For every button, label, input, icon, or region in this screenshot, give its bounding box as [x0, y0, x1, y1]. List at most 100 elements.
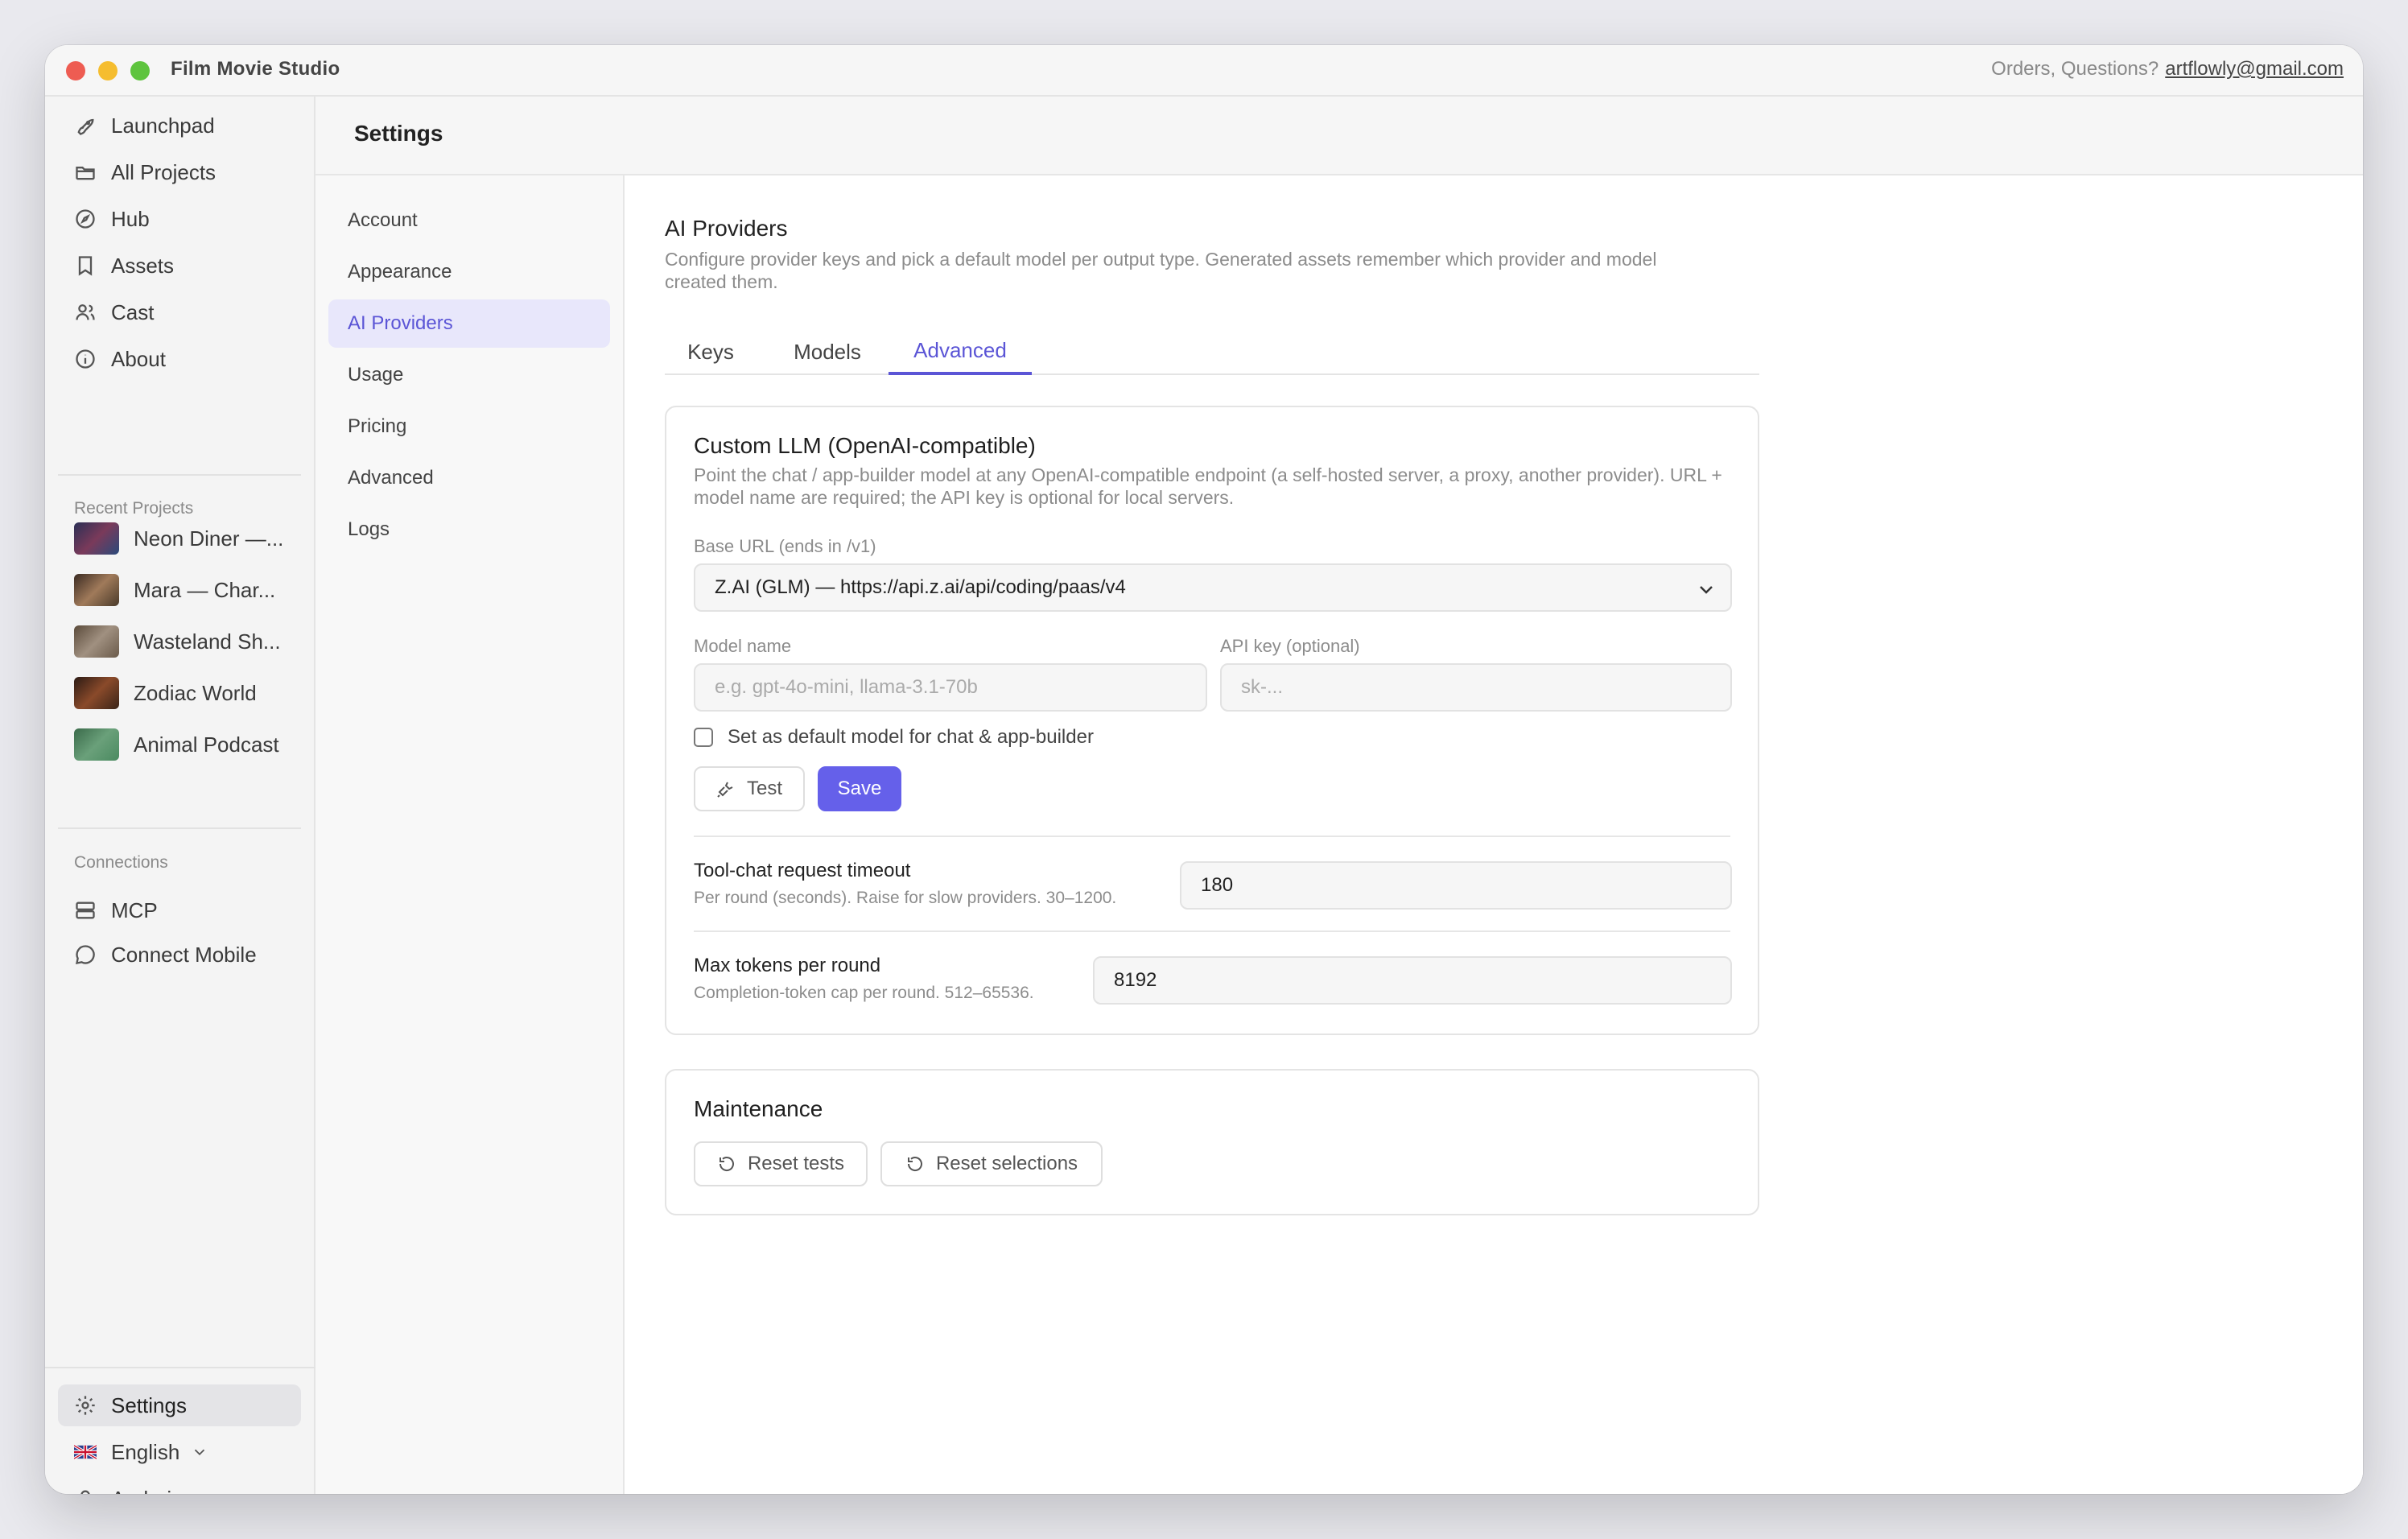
settings-nav-logs[interactable]: Logs	[328, 505, 610, 554]
sidebar-item-settings[interactable]: Settings	[58, 1384, 301, 1426]
gear-icon	[76, 1396, 95, 1415]
reset-tests-button[interactable]: Reset tests	[694, 1141, 868, 1186]
project-thumbnail	[74, 728, 119, 761]
bookmark-icon	[78, 256, 93, 276]
users-icon	[76, 304, 95, 320]
timeout-title: Tool-chat request timeout	[694, 860, 911, 881]
sidebar-item-label: MCP	[111, 897, 158, 922]
base-url-select[interactable]: Z.AI (GLM) — https://api.z.ai/api/coding…	[694, 563, 1732, 612]
main-header: Settings	[315, 97, 2363, 175]
sidebar-divider	[45, 1367, 315, 1368]
reset-icon	[719, 1157, 734, 1171]
app-title: Film Movie Studio	[171, 58, 340, 80]
settings-nav-pricing[interactable]: Pricing	[328, 402, 610, 451]
recent-project-label: Animal Podcast	[134, 732, 279, 757]
sidebar-item-label: Hub	[111, 206, 150, 231]
sidebar-item-all-projects[interactable]: All Projects	[58, 151, 301, 193]
info-icon	[76, 349, 95, 369]
save-button[interactable]: Save	[818, 766, 901, 811]
project-thumbnail	[74, 522, 119, 555]
sidebar-item-label: All Projects	[111, 159, 216, 184]
model-name-label: Model name	[694, 636, 792, 656]
language-selector[interactable]: English	[58, 1431, 301, 1473]
settings-content: AI Providers Configure provider keys and…	[626, 175, 2363, 1494]
test-button-label: Test	[746, 778, 782, 799]
card-description: Point the chat / app-builder model at an…	[694, 464, 1722, 508]
recent-project-item[interactable]: Animal Podcast	[74, 727, 279, 762]
main-panel: Settings Account Appearance AI Providers…	[315, 97, 2363, 1494]
sidebar-divider	[58, 474, 301, 476]
project-thumbnail	[74, 625, 119, 658]
api-key-label: API key (optional)	[1220, 636, 1360, 656]
sidebar-item-cast[interactable]: Cast	[58, 291, 301, 333]
recent-project-label: Wasteland Sh...	[134, 629, 281, 654]
recent-project-item[interactable]: Mara — Char...	[74, 572, 275, 608]
max-tokens-subtitle: Completion-token cap per round. 512–6553…	[694, 984, 1034, 1002]
api-key-input[interactable]: sk-...	[1220, 663, 1732, 712]
page-title: Settings	[354, 121, 443, 146]
tab-models[interactable]: Models	[768, 328, 887, 375]
sidebar-divider	[58, 827, 301, 829]
close-window-button[interactable]	[66, 61, 85, 80]
default-model-checkbox-label: Set as default model for chat & app-buil…	[728, 726, 1094, 748]
sidebar-item-label: About	[111, 346, 166, 371]
max-tokens-title: Max tokens per round	[694, 955, 881, 976]
section-description: Configure provider keys and pick a defau…	[665, 249, 1657, 292]
default-model-checkbox[interactable]	[694, 728, 713, 747]
recent-project-item[interactable]: Neon Diner —...	[74, 521, 283, 556]
settings-nav-ai-providers[interactable]: AI Providers	[328, 299, 610, 348]
tab-keys[interactable]: Keys	[665, 328, 757, 375]
settings-nav-account[interactable]: Account	[328, 196, 610, 245]
sidebar-item-hub[interactable]: Hub	[58, 198, 301, 240]
model-name-input[interactable]: e.g. gpt-4o-mini, llama-3.1-70b	[694, 663, 1207, 712]
sidebar: Launchpad All Projects Hub Assets Cast A…	[45, 97, 315, 1494]
uk-flag-icon	[74, 1444, 97, 1460]
sidebar-item-launchpad[interactable]: Launchpad	[58, 105, 301, 146]
chat-icon	[76, 945, 95, 964]
server-icon	[76, 902, 95, 919]
max-tokens-input[interactable]: 8192	[1093, 956, 1732, 1005]
zoom-window-button[interactable]	[130, 61, 150, 80]
sidebar-item-mcp[interactable]: MCP	[58, 889, 301, 931]
contact-prefix: Orders, Questions?	[1991, 58, 2159, 80]
settings-nav-appearance[interactable]: Appearance	[328, 248, 610, 296]
compass-icon	[76, 209, 95, 229]
custom-llm-card: Custom LLM (OpenAI-compatible) Point the…	[665, 406, 1759, 1035]
contact-info: Orders, Questions? artflowly@gmail.com	[1991, 58, 2344, 80]
sidebar-item-label: Assets	[111, 253, 175, 278]
sidebar-item-assets[interactable]: Assets	[58, 245, 301, 287]
recent-projects-label: Recent Projects	[74, 499, 194, 518]
maintenance-card: Maintenance Reset tests Reset selections	[665, 1069, 1759, 1215]
sidebar-item-label: Connect Mobile	[111, 942, 257, 967]
recent-project-item[interactable]: Zodiac World	[74, 675, 257, 711]
project-thumbnail	[74, 574, 119, 606]
sidebar-item-label: Settings	[111, 1393, 187, 1417]
reset-selections-button[interactable]: Reset selections	[880, 1141, 1103, 1186]
base-url-value: Z.AI (GLM) — https://api.z.ai/api/coding…	[715, 576, 1126, 598]
timeout-subtitle: Per round (seconds). Raise for slow prov…	[694, 889, 1117, 907]
settings-nav-usage[interactable]: Usage	[328, 351, 610, 399]
test-button[interactable]: Test	[694, 766, 805, 811]
user-profile[interactable]: Andrej	[58, 1478, 301, 1494]
recent-project-item[interactable]: Wasteland Sh...	[74, 624, 281, 659]
contact-email-link[interactable]: artflowly@gmail.com	[2165, 58, 2344, 80]
folder-icon	[76, 167, 95, 180]
section-title: AI Providers	[665, 216, 788, 241]
sidebar-item-connect-mobile[interactable]: Connect Mobile	[58, 934, 301, 976]
timeout-input[interactable]: 180	[1180, 861, 1732, 910]
reset-tests-label: Reset tests	[747, 1153, 845, 1174]
minimize-window-button[interactable]	[98, 61, 118, 80]
recent-project-label: Mara — Char...	[134, 577, 276, 602]
sidebar-item-label: Cast	[111, 299, 155, 324]
rocket-icon	[77, 118, 94, 135]
plug-icon	[717, 782, 733, 798]
tab-bar: Keys Models Advanced	[665, 328, 1759, 375]
base-url-label: Base URL (ends in /v1)	[694, 536, 876, 556]
project-thumbnail	[74, 677, 119, 709]
settings-nav-advanced[interactable]: Advanced	[328, 454, 610, 502]
sidebar-item-about[interactable]: About	[58, 338, 301, 380]
app-window: Film Movie Studio Orders, Questions? artf…	[45, 45, 2363, 1494]
tab-advanced[interactable]: Advanced	[889, 328, 1032, 375]
reset-icon	[907, 1157, 922, 1171]
chevron-down-icon	[1700, 586, 1713, 594]
